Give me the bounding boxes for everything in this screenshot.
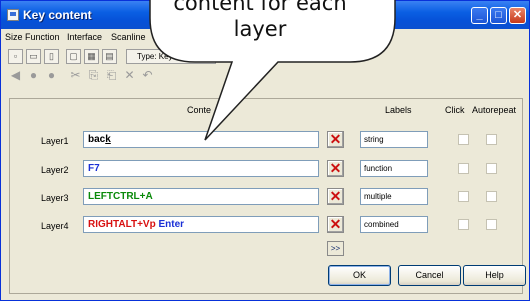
layout-1-icon[interactable]: ▫ xyxy=(8,49,23,64)
more-layers-button[interactable]: >> xyxy=(327,241,344,256)
layout-2-icon[interactable]: ▭ xyxy=(26,49,41,64)
layer4-autorepeat-checkbox[interactable] xyxy=(486,219,497,230)
help-button[interactable]: Help xyxy=(463,265,526,286)
layout-wide-icon[interactable]: ▤ xyxy=(102,49,117,64)
click-column-header: Click xyxy=(445,105,465,115)
layer4-content-part1: RIGHTALT xyxy=(88,219,138,230)
type-selector[interactable]: Type: Keyboard xyxy=(126,49,216,64)
layer3-click-checkbox[interactable] xyxy=(458,191,469,202)
layout-3-icon[interactable]: ▯ xyxy=(44,49,59,64)
minimize-button[interactable]: _ xyxy=(471,7,488,24)
cut-icon[interactable]: ✂ xyxy=(68,69,83,84)
layer4-content-field[interactable]: RIGHTALT+Vp Enter xyxy=(83,216,319,233)
ok-button[interactable]: OK xyxy=(328,265,391,286)
layer2-content-field[interactable]: F7 xyxy=(83,160,319,177)
layer3-content-field[interactable]: LEFTCTRL+A xyxy=(83,188,319,205)
menu-function[interactable]: Function xyxy=(25,32,60,42)
copy-icon[interactable]: ⎘ xyxy=(86,69,101,84)
key-content-window: Key content _ □ ✕ Size Function Interfac… xyxy=(0,0,530,301)
menu-interface[interactable]: Interface xyxy=(67,32,102,42)
undo-icon[interactable]: ↶ xyxy=(140,69,155,84)
layer2-clear-button[interactable]: ✕ xyxy=(327,160,344,177)
delete-icon[interactable]: ✕ xyxy=(122,69,137,84)
layer3-label: Layer3 xyxy=(41,193,69,203)
layer4-content-part3: Enter xyxy=(158,219,185,230)
layer4-label: Layer4 xyxy=(41,221,69,231)
menu-scanline[interactable]: Scanline xyxy=(111,32,146,42)
layer1-clear-button[interactable]: ✕ xyxy=(327,131,344,148)
callout-line-2: layer xyxy=(233,17,287,41)
record-icon[interactable]: ● xyxy=(26,69,41,84)
autorepeat-column-header: Autorepeat xyxy=(472,105,517,115)
toolbar-layout: ▫ ▭ ▯ ▢ ▦ ▤ Type: Keyboard xyxy=(6,47,406,67)
layer2-label: Layer2 xyxy=(41,165,69,175)
layer1-label: Layer1 xyxy=(41,136,69,146)
layer3-content-text: LEFTCTRL+A xyxy=(88,191,153,202)
toolbar-edit: ◀ ● ● ✂ ⎘ ⎗ ✕ ↶ xyxy=(6,68,406,88)
layout-grid-icon[interactable]: ▦ xyxy=(84,49,99,64)
layer4-content-part2: +Vp xyxy=(137,219,156,230)
layer2-autorepeat-checkbox[interactable] xyxy=(486,163,497,174)
paste-icon[interactable]: ⎗ xyxy=(104,69,119,84)
layer2-label-field[interactable]: function xyxy=(360,160,428,177)
layer2-click-checkbox[interactable] xyxy=(458,163,469,174)
menu-size[interactable]: Size xyxy=(5,32,23,42)
layer1-content-text: back xyxy=(88,134,111,145)
labels-column-header: Labels xyxy=(385,105,412,115)
window-title: Key content xyxy=(23,8,92,22)
callout-text: content for each layer xyxy=(170,0,350,42)
speaker-icon[interactable]: ◀ xyxy=(8,69,23,84)
content-column-header: Conte xyxy=(187,105,212,115)
layer3-autorepeat-checkbox[interactable] xyxy=(486,191,497,202)
cancel-button[interactable]: Cancel xyxy=(398,265,461,286)
stop-icon[interactable]: ● xyxy=(44,69,59,84)
layout-4-icon[interactable]: ▢ xyxy=(66,49,81,64)
layer1-label-field[interactable]: string xyxy=(360,131,428,148)
close-button[interactable]: ✕ xyxy=(509,7,526,24)
layer1-content-field[interactable]: back xyxy=(83,131,319,148)
callout-line-1: content for each xyxy=(173,0,347,15)
maximize-button[interactable]: □ xyxy=(490,7,507,24)
layer2-content-text: F7 xyxy=(88,163,100,174)
layer4-clear-button[interactable]: ✕ xyxy=(327,216,344,233)
layer4-label-field[interactable]: combined xyxy=(360,216,428,233)
window-icon xyxy=(7,9,19,21)
layer1-autorepeat-checkbox[interactable] xyxy=(486,134,497,145)
layer4-click-checkbox[interactable] xyxy=(458,219,469,230)
layer3-label-field[interactable]: multiple xyxy=(360,188,428,205)
layer1-click-checkbox[interactable] xyxy=(458,134,469,145)
layer3-clear-button[interactable]: ✕ xyxy=(327,188,344,205)
